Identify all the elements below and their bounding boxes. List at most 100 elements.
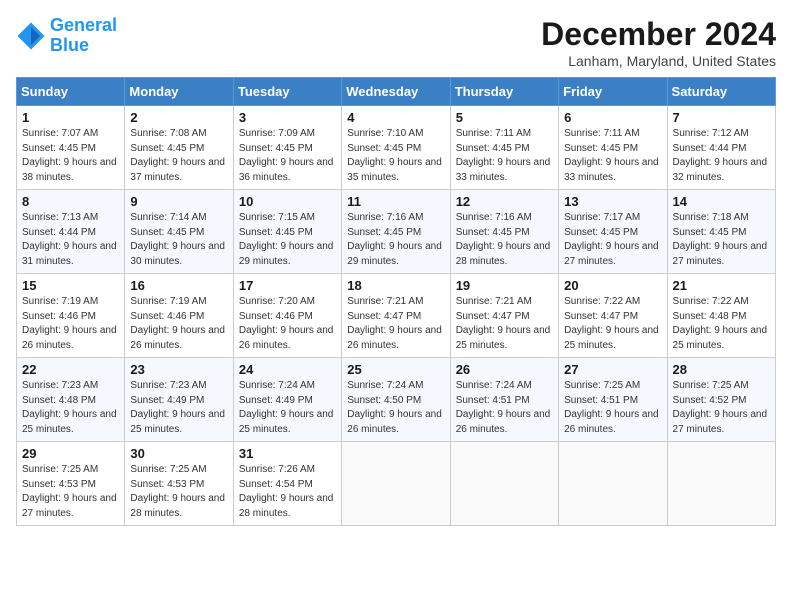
day-cell: 15 Sunrise: 7:19 AMSunset: 4:46 PMDayligh… (17, 274, 125, 358)
day-info: Sunrise: 7:07 AMSunset: 4:45 PMDaylight:… (22, 127, 119, 185)
day-number: 12 (456, 194, 553, 209)
day-cell: 28Sunrise: 7:25 AMSunset: 4:52 PMDayligh… (667, 358, 775, 442)
day-number: 17 (239, 278, 336, 293)
day-cell: 11 Sunrise: 7:16 AMSunset: 4:45 PMDayligh… (342, 190, 450, 274)
day-info: Sunrise: 7:10 AMSunset: 4:45 PMDaylight:… (347, 127, 444, 185)
month-title: December 2024 (541, 16, 776, 53)
logo: General Blue (16, 16, 117, 56)
day-number: 22 (22, 362, 119, 377)
week-row-3: 15 Sunrise: 7:19 AMSunset: 4:46 PMDayligh… (17, 274, 776, 358)
day-number: 20 (564, 278, 661, 293)
day-cell: 10 Sunrise: 7:15 AMSunset: 4:45 PMDayligh… (233, 190, 341, 274)
day-cell: 22 Sunrise: 7:23 AMSunset: 4:48 PMDayligh… (17, 358, 125, 442)
header-row: SundayMondayTuesdayWednesdayThursdayFrid… (17, 78, 776, 106)
day-number: 21 (673, 278, 770, 293)
day-number: 5 (456, 110, 553, 125)
day-info: Sunrise: 7:19 AMSunset: 4:46 PMDaylight:… (22, 295, 119, 353)
day-cell (559, 442, 667, 526)
day-info: Sunrise: 7:21 AMSunset: 4:47 PMDaylight:… (347, 295, 444, 353)
day-info: Sunrise: 7:19 AMSunset: 4:46 PMDaylight:… (130, 295, 227, 353)
day-info: Sunrise: 7:21 AMSunset: 4:47 PMDaylight:… (456, 295, 553, 353)
day-cell: 16Sunrise: 7:19 AMSunset: 4:46 PMDayligh… (125, 274, 233, 358)
day-number: 15 (22, 278, 119, 293)
day-number: 29 (22, 446, 119, 461)
day-cell: 2 Sunrise: 7:08 AMSunset: 4:45 PMDaylight… (125, 106, 233, 190)
day-cell: 14Sunrise: 7:18 AMSunset: 4:45 PMDayligh… (667, 190, 775, 274)
day-info: Sunrise: 7:16 AMSunset: 4:45 PMDaylight:… (347, 211, 444, 269)
day-cell: 27Sunrise: 7:25 AMSunset: 4:51 PMDayligh… (559, 358, 667, 442)
day-info: Sunrise: 7:13 AMSunset: 4:44 PMDaylight:… (22, 211, 119, 269)
day-info: Sunrise: 7:25 AMSunset: 4:53 PMDaylight:… (130, 463, 227, 521)
day-number: 10 (239, 194, 336, 209)
day-cell: 4Sunrise: 7:10 AMSunset: 4:45 PMDaylight… (342, 106, 450, 190)
day-cell: 21 Sunrise: 7:22 AMSunset: 4:48 PMDayligh… (667, 274, 775, 358)
col-header-friday: Friday (559, 78, 667, 106)
day-info: Sunrise: 7:15 AMSunset: 4:45 PMDaylight:… (239, 211, 336, 269)
day-info: Sunrise: 7:24 AMSunset: 4:51 PMDaylight:… (456, 379, 553, 437)
day-info: Sunrise: 7:25 AMSunset: 4:51 PMDaylight:… (564, 379, 661, 437)
week-row-2: 8 Sunrise: 7:13 AMSunset: 4:44 PMDaylight… (17, 190, 776, 274)
week-row-5: 29 Sunrise: 7:25 AMSunset: 4:53 PMDayligh… (17, 442, 776, 526)
week-row-1: 1Sunrise: 7:07 AMSunset: 4:45 PMDaylight… (17, 106, 776, 190)
day-number: 6 (564, 110, 661, 125)
day-number: 13 (564, 194, 661, 209)
col-header-sunday: Sunday (17, 78, 125, 106)
day-cell: 18 Sunrise: 7:21 AMSunset: 4:47 PMDayligh… (342, 274, 450, 358)
day-number: 30 (130, 446, 227, 461)
day-info: Sunrise: 7:20 AMSunset: 4:46 PMDaylight:… (239, 295, 336, 353)
day-info: Sunrise: 7:24 AMSunset: 4:50 PMDaylight:… (347, 379, 444, 437)
day-cell: 25 Sunrise: 7:24 AMSunset: 4:50 PMDayligh… (342, 358, 450, 442)
day-number: 26 (456, 362, 553, 377)
day-info: Sunrise: 7:25 AMSunset: 4:52 PMDaylight:… (673, 379, 770, 437)
day-number: 3 (239, 110, 336, 125)
day-number: 31 (239, 446, 336, 461)
day-cell: 26 Sunrise: 7:24 AMSunset: 4:51 PMDayligh… (450, 358, 558, 442)
day-cell: 20 Sunrise: 7:22 AMSunset: 4:47 PMDayligh… (559, 274, 667, 358)
day-cell: 7Sunrise: 7:12 AMSunset: 4:44 PMDaylight… (667, 106, 775, 190)
day-cell: 3 Sunrise: 7:09 AMSunset: 4:45 PMDaylight… (233, 106, 341, 190)
day-number: 11 (347, 194, 444, 209)
day-number: 8 (22, 194, 119, 209)
day-number: 7 (673, 110, 770, 125)
day-cell: 30 Sunrise: 7:25 AMSunset: 4:53 PMDayligh… (125, 442, 233, 526)
day-info: Sunrise: 7:23 AMSunset: 4:48 PMDaylight:… (22, 379, 119, 437)
day-cell: 8 Sunrise: 7:13 AMSunset: 4:44 PMDaylight… (17, 190, 125, 274)
day-number: 19 (456, 278, 553, 293)
day-cell: 19 Sunrise: 7:21 AMSunset: 4:47 PMDayligh… (450, 274, 558, 358)
day-number: 25 (347, 362, 444, 377)
day-number: 24 (239, 362, 336, 377)
day-info: Sunrise: 7:11 AMSunset: 4:45 PMDaylight:… (564, 127, 661, 185)
day-number: 14 (673, 194, 770, 209)
day-info: Sunrise: 7:22 AMSunset: 4:47 PMDaylight:… (564, 295, 661, 353)
day-cell (342, 442, 450, 526)
day-cell (450, 442, 558, 526)
day-cell: 5Sunrise: 7:11 AMSunset: 4:45 PMDaylight… (450, 106, 558, 190)
day-cell: 29 Sunrise: 7:25 AMSunset: 4:53 PMDayligh… (17, 442, 125, 526)
col-header-tuesday: Tuesday (233, 78, 341, 106)
day-cell (667, 442, 775, 526)
day-number: 18 (347, 278, 444, 293)
day-cell: 12 Sunrise: 7:16 AMSunset: 4:45 PMDayligh… (450, 190, 558, 274)
title-block: December 2024 Lanham, Maryland, United S… (541, 16, 776, 69)
day-info: Sunrise: 7:25 AMSunset: 4:53 PMDaylight:… (22, 463, 119, 521)
logo-icon (16, 21, 46, 51)
logo-text: General Blue (50, 16, 117, 56)
day-cell: 24 Sunrise: 7:24 AMSunset: 4:49 PMDayligh… (233, 358, 341, 442)
day-number: 2 (130, 110, 227, 125)
day-info: Sunrise: 7:09 AMSunset: 4:45 PMDaylight:… (239, 127, 336, 185)
page-header: General Blue December 2024 Lanham, Maryl… (16, 16, 776, 69)
day-info: Sunrise: 7:24 AMSunset: 4:49 PMDaylight:… (239, 379, 336, 437)
day-info: Sunrise: 7:08 AMSunset: 4:45 PMDaylight:… (130, 127, 227, 185)
col-header-saturday: Saturday (667, 78, 775, 106)
day-info: Sunrise: 7:22 AMSunset: 4:48 PMDaylight:… (673, 295, 770, 353)
day-info: Sunrise: 7:23 AMSunset: 4:49 PMDaylight:… (130, 379, 227, 437)
day-info: Sunrise: 7:16 AMSunset: 4:45 PMDaylight:… (456, 211, 553, 269)
day-cell: 23 Sunrise: 7:23 AMSunset: 4:49 PMDayligh… (125, 358, 233, 442)
day-info: Sunrise: 7:26 AMSunset: 4:54 PMDaylight:… (239, 463, 336, 521)
day-cell: 13Sunrise: 7:17 AMSunset: 4:45 PMDayligh… (559, 190, 667, 274)
col-header-thursday: Thursday (450, 78, 558, 106)
day-number: 23 (130, 362, 227, 377)
day-cell: 1Sunrise: 7:07 AMSunset: 4:45 PMDaylight… (17, 106, 125, 190)
col-header-wednesday: Wednesday (342, 78, 450, 106)
day-number: 9 (130, 194, 227, 209)
